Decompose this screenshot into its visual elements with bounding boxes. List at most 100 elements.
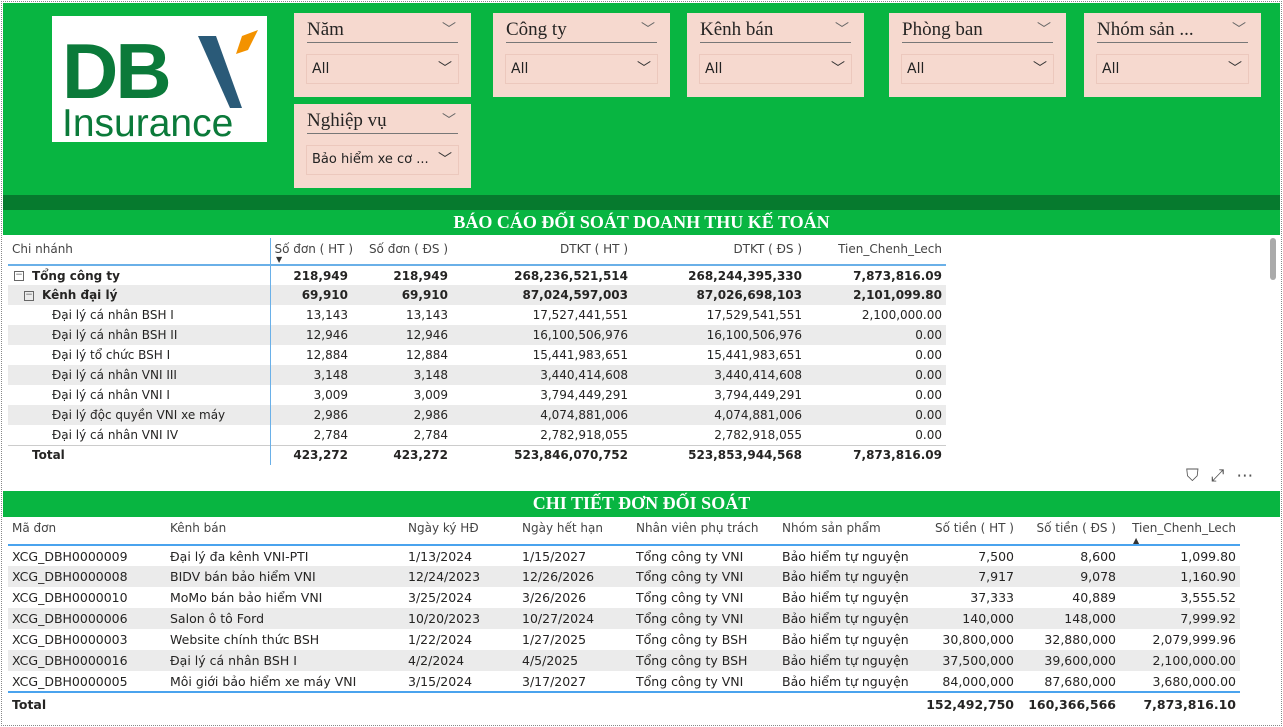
cell-value: 2,784 (413, 427, 448, 442)
slicer-dropdown[interactable]: All ﹀ (699, 54, 852, 84)
column-header[interactable]: Số đơn ( ĐS ) (352, 238, 452, 265)
column-header[interactable]: DTKT ( HT ) (452, 238, 632, 265)
cell-value: 3/26/2026 (522, 590, 587, 605)
column-header[interactable]: Nhóm sản phẩm (778, 517, 918, 545)
cell-value: 12,946 (270, 325, 352, 345)
cell-value: 1,160.90 (1120, 566, 1240, 587)
slicer-dropdown[interactable]: Bảo hiểm xe cơ ... ﹀ (306, 145, 459, 175)
cell-value: Bảo hiểm tự nguyện (778, 650, 918, 671)
matrix-row[interactable]: Đại lý cá nhân VNI III 3,148 3,148 3,440,41… (8, 365, 946, 385)
total-label: Total (12, 697, 47, 712)
column-header[interactable]: Số đơn ( HT ) (270, 238, 353, 265)
total-value: 423,272 (293, 448, 348, 463)
column-header[interactable]: Tien_Chenh_Lech (806, 238, 946, 265)
chevron-down-icon[interactable]: ﹀ (641, 19, 655, 39)
cell-value: BIDV bán bảo hiểm VNI (166, 566, 404, 587)
column-header[interactable]: Số tiền ( ĐS ) (1018, 517, 1120, 545)
dbv-insurance-logo: DB Insurance (52, 16, 267, 142)
cell-value: 17,529,541,551 (706, 308, 802, 322)
focus-mode-icon[interactable]: ⤢ (1211, 466, 1225, 486)
cell-value: 12/24/2023 (404, 566, 518, 587)
column-header[interactable]: DTKT ( ĐS ) (632, 238, 806, 265)
column-header[interactable]: Ngày hết hạn (518, 517, 632, 545)
cell-value: 87,680,000 (1044, 673, 1116, 689)
row-label: Đại lý cá nhân VNI III (52, 368, 177, 382)
slicer-cong-ty[interactable]: Công ty ﹀ All ﹀ (493, 13, 670, 97)
cell-value: 16,100,506,976 (452, 325, 632, 345)
table-row[interactable]: XCG_DBH0000016 Đại lý cá nhân BSH I 4/2/20… (8, 650, 1240, 671)
slicer-value: Bảo hiểm xe cơ ... (312, 152, 429, 167)
slicer-nghiep-vu[interactable]: Nghiệp vụ ﹀ Bảo hiểm xe cơ ... ﹀ (294, 104, 471, 188)
total-label: Total (8, 445, 271, 465)
cell-value: XCG_DBH0000009 (12, 548, 128, 564)
cell-value: Salon ô tô Ford (166, 608, 404, 629)
chevron-down-icon: ﹀ (1228, 61, 1242, 77)
table-row[interactable]: XCG_DBH0000008 BIDV bán bảo hiểm VNI 12/24… (8, 566, 1240, 587)
chevron-down-icon[interactable]: ﹀ (442, 19, 456, 39)
column-header[interactable]: Nhân viên phụ trách (632, 517, 778, 545)
column-header[interactable]: Kênh bán (166, 517, 404, 545)
chevron-down-icon[interactable]: ﹀ (1037, 19, 1051, 39)
slicer-kenh-ban[interactable]: Kênh bán ﹀ All ﹀ (687, 13, 864, 97)
matrix-row[interactable]: − Tổng công ty 218,949 218,949 268,236,521,5… (8, 265, 946, 285)
total-value: 523,853,944,568 (688, 448, 802, 463)
matrix-row[interactable]: Đại lý cá nhân VNI IV 2,784 2,784 2,782,918… (8, 425, 946, 445)
cell-value: 10/27/2024 (518, 608, 632, 629)
matrix-row[interactable]: Đại lý cá nhân VNI I 3,009 3,009 3,794,449,… (8, 385, 946, 405)
collapse-icon[interactable]: − (24, 290, 34, 301)
slicer-dropdown[interactable]: All ﹀ (1096, 54, 1249, 84)
slicer-phong-ban[interactable]: Phòng ban ﹀ All ﹀ (889, 13, 1066, 97)
cell-value: 3,009 (413, 388, 448, 402)
cell-value: 4,074,881,006 (632, 405, 806, 425)
chevron-down-icon[interactable]: ﹀ (442, 110, 456, 130)
cell-value: Website chính thức BSH (170, 632, 320, 647)
cell-value: 3,148 (352, 365, 452, 385)
matrix-row[interactable]: Đại lý tổ chức BSH I 12,884 12,884 15,441,9… (8, 345, 946, 365)
matrix-row[interactable]: Đại lý cá nhân BSH II 12,946 12,946 16,100,… (8, 325, 946, 345)
matrix-row[interactable]: Đại lý độc quyền VNI xe máy 2,986 2,986 4,0… (8, 405, 946, 425)
cell-value: 218,949 (393, 268, 448, 283)
slicer-value: All (511, 61, 529, 77)
cell-value: 13,143 (406, 308, 448, 322)
row-label: Đại lý độc quyền VNI xe máy (52, 408, 226, 422)
column-header[interactable]: Ngày ký HĐ (404, 517, 518, 545)
slicer-title: Nhóm sản ... (1097, 19, 1194, 40)
report-title: BÁO CÁO ĐỐI SOÁT DOANH THU KẾ TOÁN (3, 210, 1280, 235)
cell-value: 12/26/2026 (518, 566, 632, 587)
slicer-dropdown[interactable]: All ﹀ (901, 54, 1054, 84)
cell-value: XCG_DBH0000016 (8, 650, 166, 671)
row-label: Đại lý cá nhân BSH II (52, 328, 178, 342)
chevron-down-icon[interactable]: ﹀ (1232, 19, 1246, 39)
slicer-dropdown[interactable]: All ﹀ (306, 54, 459, 84)
slicer-nam[interactable]: Năm ﹀ All ﹀ (294, 13, 471, 97)
column-header[interactable]: Số tiền ( HT ) (918, 517, 1018, 545)
slicer-title: Nghiệp vụ (307, 110, 387, 131)
matrix-total-row: Total 423,272 423,272 523,846,070,752 523,85… (8, 445, 946, 465)
slicer-nhom-san-pham[interactable]: Nhóm sản ... ﹀ All ﹀ (1084, 13, 1261, 97)
slicer-title: Công ty (506, 19, 567, 40)
cell-value: 1,099.80 (1180, 548, 1236, 564)
more-options-icon[interactable]: ⋯ (1236, 466, 1253, 486)
cell-value: 12,946 (352, 325, 452, 345)
matrix-row[interactable]: Đại lý cá nhân BSH I 13,143 13,143 17,527,4… (8, 305, 946, 325)
table-row[interactable]: XCG_DBH0000010 MoMo bán bảo hiểm VNI 3/25/… (8, 587, 1240, 608)
cell-value: Tổng công ty BSH (636, 632, 748, 647)
sort-descending-icon: ▼ (276, 255, 283, 264)
table-row[interactable]: XCG_DBH0000003 Website chính thức BSH 1/22… (8, 629, 1240, 650)
table-row[interactable]: XCG_DBH0000009 Đại lý đa kênh VNI-PTI 1/13… (8, 545, 1240, 566)
matrix-row[interactable]: − Kênh đại lý 69,910 69,910 87,024,597,003 87… (8, 285, 946, 305)
cell-value: 3,440,414,608 (452, 365, 632, 385)
cell-value: 1/27/2025 (522, 632, 587, 647)
vertical-scrollbar[interactable] (1270, 238, 1276, 280)
cell-value: 3/25/2024 (408, 590, 473, 605)
collapse-icon[interactable]: − (14, 271, 24, 281)
column-header[interactable]: Chi nhánh (8, 238, 271, 265)
slicer-dropdown[interactable]: All ﹀ (505, 54, 658, 84)
table-row[interactable]: XCG_DBH0000006 Salon ô tô Ford 10/20/2023 1… (8, 608, 1240, 629)
filter-icon[interactable]: ⛉ (1186, 466, 1199, 486)
column-header[interactable]: Mã đơn (8, 517, 166, 545)
cell-value: 15,441,983,651 (532, 348, 628, 362)
table-row[interactable]: XCG_DBH0000005 Môi giới bảo hiểm xe máy V… (8, 671, 1240, 692)
chevron-down-icon[interactable]: ﹀ (835, 19, 849, 39)
cell-value: 2,782,918,055 (714, 427, 802, 442)
